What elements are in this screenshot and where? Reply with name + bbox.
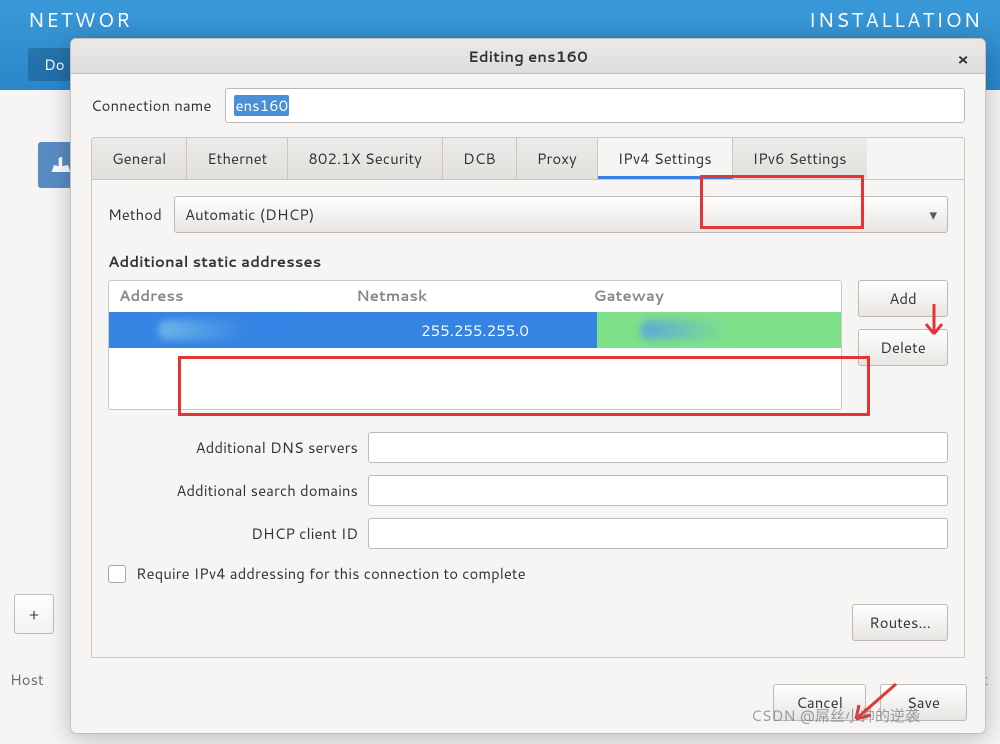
add-button[interactable]: Add [858,280,948,317]
connection-name-label: Connection name [91,95,211,116]
watermark: CSDN @屌丝小帅的逆袭 [751,705,920,726]
method-combo[interactable]: Automatic (DHCP) [174,196,948,233]
tabs: General Ethernet 802.1X Security DCB Pro… [91,137,965,180]
installer-title-right: INSTALLATION [809,6,982,34]
dhcp-client-id-label: DHCP client ID [108,523,358,544]
connection-name-value: ens160 [234,95,289,116]
col-address: Address [119,285,356,306]
table-row[interactable]: 255.255.255.0 [109,312,841,348]
cell-netmask[interactable]: 255.255.255.0 [353,312,597,348]
dns-label: Additional DNS servers [108,437,358,458]
tab-dcb[interactable]: DCB [443,138,517,179]
addresses-section-label: Additional static addresses [108,251,948,272]
col-netmask: Netmask [356,285,593,306]
col-gateway: Gateway [594,285,831,306]
method-label: Method [108,204,162,225]
cell-address[interactable] [109,312,353,348]
search-domains-input[interactable] [368,475,948,506]
tab-ipv4-settings[interactable]: IPv4 Settings [598,138,733,179]
tab-proxy[interactable]: Proxy [517,138,598,179]
add-interface-button[interactable]: + [14,594,54,634]
tab-ipv6-settings[interactable]: IPv6 Settings [733,138,867,179]
dhcp-client-id-input[interactable] [368,518,948,549]
dialog-titlebar: Editing ens160 × [71,39,985,74]
connection-name-input[interactable]: ens160 [225,88,965,123]
cell-gateway[interactable] [597,312,841,348]
delete-button[interactable]: Delete [858,329,948,366]
host-label-left: Host [10,669,44,690]
require-ipv4-label: Require IPv4 addressing for this connect… [136,563,526,584]
tab-general[interactable]: General [92,138,187,179]
address-table-header: Address Netmask Gateway [109,281,841,312]
tab-content-ipv4: Method Automatic (DHCP) Additional stati… [91,180,965,658]
address-table[interactable]: Address Netmask Gateway 255.255.255.0 [108,280,842,410]
tab-8021x[interactable]: 802.1X Security [288,138,443,179]
close-icon[interactable]: × [951,47,975,71]
dns-input[interactable] [368,432,948,463]
tab-ethernet[interactable]: Ethernet [187,138,288,179]
edit-connection-dialog: Editing ens160 × Connection name ens160 … [70,38,986,734]
dialog-title: Editing ens160 [468,46,588,67]
search-domains-label: Additional search domains [108,480,358,501]
routes-button[interactable]: Routes… [852,604,948,641]
require-ipv4-checkbox[interactable] [108,565,126,583]
